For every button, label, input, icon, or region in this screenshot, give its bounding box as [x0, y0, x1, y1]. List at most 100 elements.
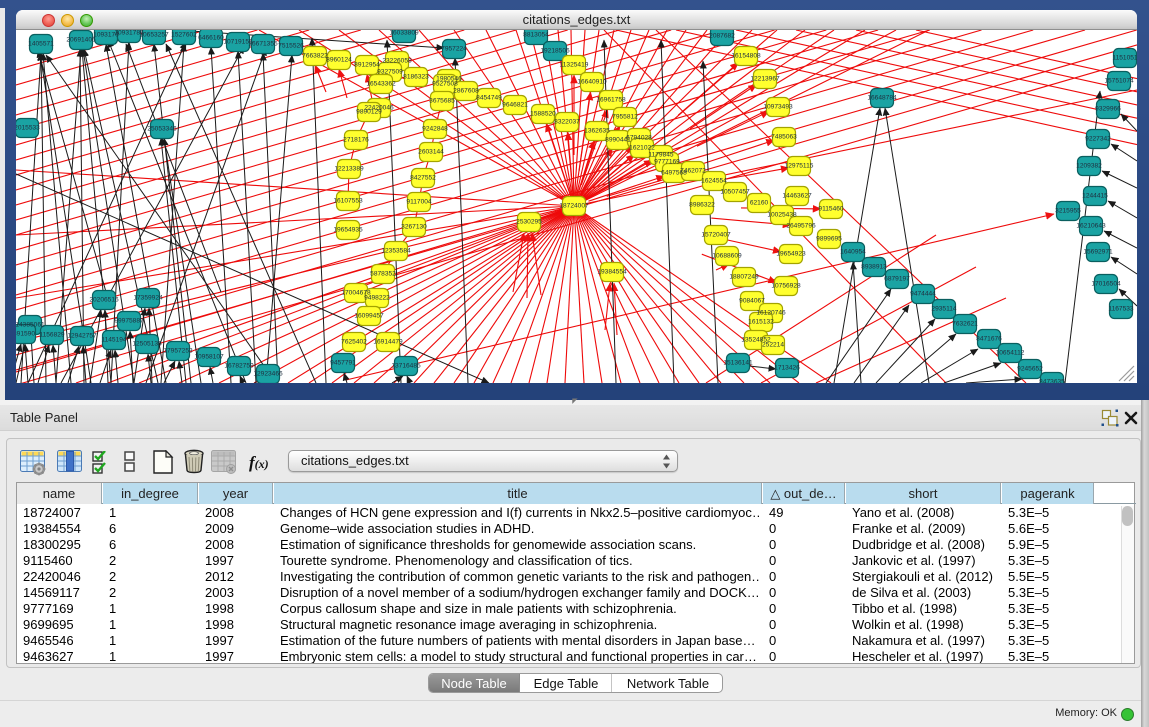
- svg-text:391590: 391590: [16, 331, 35, 338]
- svg-text:20206516: 20206516: [89, 297, 119, 304]
- svg-text:17957253: 17957253: [163, 348, 193, 355]
- svg-text:6466160: 6466160: [198, 35, 224, 42]
- svg-text:1615132: 1615132: [748, 319, 774, 326]
- svg-text:1527602: 1527602: [171, 32, 197, 39]
- svg-text:1640954: 1640954: [840, 249, 866, 256]
- svg-text:2867608: 2867608: [453, 88, 479, 95]
- svg-text:9899695: 9899695: [816, 236, 842, 243]
- svg-text:9117004: 9117004: [406, 199, 432, 206]
- svg-text:12975115: 12975115: [785, 163, 814, 170]
- svg-text:15692971: 15692971: [1083, 249, 1113, 256]
- svg-text:10653257: 10653257: [139, 32, 169, 39]
- svg-text:1209382: 1209382: [1076, 163, 1102, 170]
- svg-text:8813054: 8813054: [523, 32, 549, 39]
- svg-text:9242848: 9242848: [422, 126, 448, 133]
- svg-text:8186323: 8186323: [403, 74, 429, 81]
- svg-text:17016504: 17016504: [1091, 281, 1121, 288]
- svg-text:10973493: 10973493: [763, 104, 793, 111]
- svg-text:14385061: 14385061: [16, 322, 45, 329]
- svg-text:5878352: 5878352: [370, 271, 396, 278]
- svg-text:9329966: 9329966: [1095, 106, 1121, 113]
- svg-text:12942757: 12942757: [67, 333, 97, 340]
- svg-text:8471676: 8471676: [976, 336, 1002, 343]
- svg-text:9646821: 9646821: [502, 102, 528, 109]
- svg-text:18724007: 18724007: [559, 203, 589, 210]
- svg-text:16543362: 16543362: [366, 81, 396, 88]
- svg-text:9227342: 9227342: [1085, 136, 1111, 143]
- svg-text:8322037: 8322037: [554, 119, 580, 126]
- svg-text:3267130: 3267130: [401, 224, 427, 231]
- svg-text:1405571: 1405571: [28, 41, 54, 48]
- svg-text:16033809: 16033809: [389, 30, 419, 37]
- svg-text:19654923: 19654923: [776, 251, 806, 258]
- svg-text:10507457: 10507457: [720, 189, 750, 196]
- svg-text:8454749: 8454749: [476, 95, 502, 102]
- svg-text:10025438: 10025438: [767, 212, 797, 219]
- svg-text:10756928: 10756928: [771, 283, 801, 290]
- svg-text:2603144: 2603144: [418, 149, 444, 156]
- svg-text:7632621: 7632621: [952, 321, 978, 328]
- svg-text:10688609: 10688609: [712, 253, 742, 260]
- svg-text:13716485: 13716485: [391, 363, 421, 370]
- svg-text:1624554: 1624554: [701, 178, 727, 185]
- svg-text:99975887: 99975887: [114, 318, 144, 325]
- svg-text:12213389: 12213389: [334, 166, 364, 173]
- svg-text:9084067: 9084067: [739, 298, 765, 305]
- svg-text:2530295: 2530295: [516, 219, 542, 226]
- svg-text:9115460: 9115460: [818, 206, 844, 213]
- svg-text:7955812: 7955812: [612, 114, 638, 121]
- svg-text:3215955: 3215955: [1055, 208, 1081, 215]
- svg-text:1244415: 1244415: [1082, 193, 1108, 200]
- svg-text:2015533: 2015533: [16, 125, 40, 132]
- svg-text:16961758: 16961758: [596, 97, 626, 104]
- svg-text:16107553: 16107553: [333, 198, 363, 205]
- svg-text:18807249: 18807249: [729, 274, 759, 281]
- svg-text:9777169: 9777169: [654, 159, 680, 166]
- svg-text:23226058: 23226058: [382, 58, 412, 65]
- svg-text:1179845: 1179845: [648, 152, 674, 159]
- svg-text:9245652: 9245652: [1017, 366, 1043, 373]
- svg-text:1621022: 1621022: [629, 145, 655, 152]
- svg-text:10958107: 10958107: [194, 354, 224, 361]
- svg-text:16782759: 16782759: [224, 363, 254, 370]
- svg-text:15136141: 15136141: [723, 360, 753, 367]
- svg-text:14463627: 14463627: [782, 193, 812, 200]
- svg-text:16099457: 16099457: [354, 313, 384, 320]
- svg-text:12923466: 12923466: [253, 371, 283, 378]
- svg-text:1156829: 1156829: [39, 332, 65, 339]
- svg-text:16640910: 16640910: [577, 79, 607, 86]
- svg-text:62160: 62160: [750, 200, 769, 207]
- svg-text:16120746: 16120746: [756, 310, 786, 317]
- svg-text:16154808: 16154808: [731, 53, 761, 60]
- svg-text:2935114: 2935114: [931, 306, 957, 313]
- svg-text:19218506: 19218506: [540, 48, 570, 55]
- svg-text:11325419: 11325419: [560, 62, 589, 69]
- svg-text:9498222: 9498222: [364, 295, 390, 302]
- svg-text:19654935: 19654935: [333, 227, 363, 234]
- svg-text:16914479: 16914479: [373, 339, 403, 346]
- svg-text:6879197: 6879197: [884, 276, 910, 283]
- svg-text:1588520: 1588520: [530, 111, 556, 118]
- svg-text:1151051: 1151051: [1112, 55, 1137, 62]
- svg-text:6794028: 6794028: [626, 135, 652, 142]
- svg-text:15720407: 15720407: [701, 232, 731, 239]
- svg-text:9527508: 9527508: [432, 81, 458, 88]
- svg-text:12353584: 12353584: [381, 248, 411, 255]
- svg-text:7663822: 7663822: [302, 53, 328, 60]
- svg-text:8473635: 8473635: [1039, 379, 1065, 384]
- svg-text:2718176: 2718176: [343, 137, 369, 144]
- svg-text:9890129: 9890129: [356, 109, 382, 116]
- svg-text:12505135: 12505135: [132, 341, 162, 348]
- svg-text:10654112: 10654112: [996, 350, 1025, 357]
- svg-text:7957224: 7957224: [441, 46, 467, 53]
- svg-text:252214: 252214: [762, 342, 784, 349]
- svg-text:16648784: 16648784: [867, 95, 897, 102]
- svg-text:8427552: 8427552: [410, 175, 436, 182]
- svg-text:9474444: 9474444: [910, 291, 936, 298]
- svg-text:26495796: 26495796: [786, 223, 816, 230]
- svg-text:3675685: 3675685: [429, 98, 455, 105]
- svg-text:8912954: 8912954: [354, 62, 380, 69]
- svg-text:9327509: 9327509: [377, 69, 403, 76]
- svg-text:17359924: 17359924: [133, 295, 163, 302]
- svg-text:2087682: 2087682: [709, 33, 735, 40]
